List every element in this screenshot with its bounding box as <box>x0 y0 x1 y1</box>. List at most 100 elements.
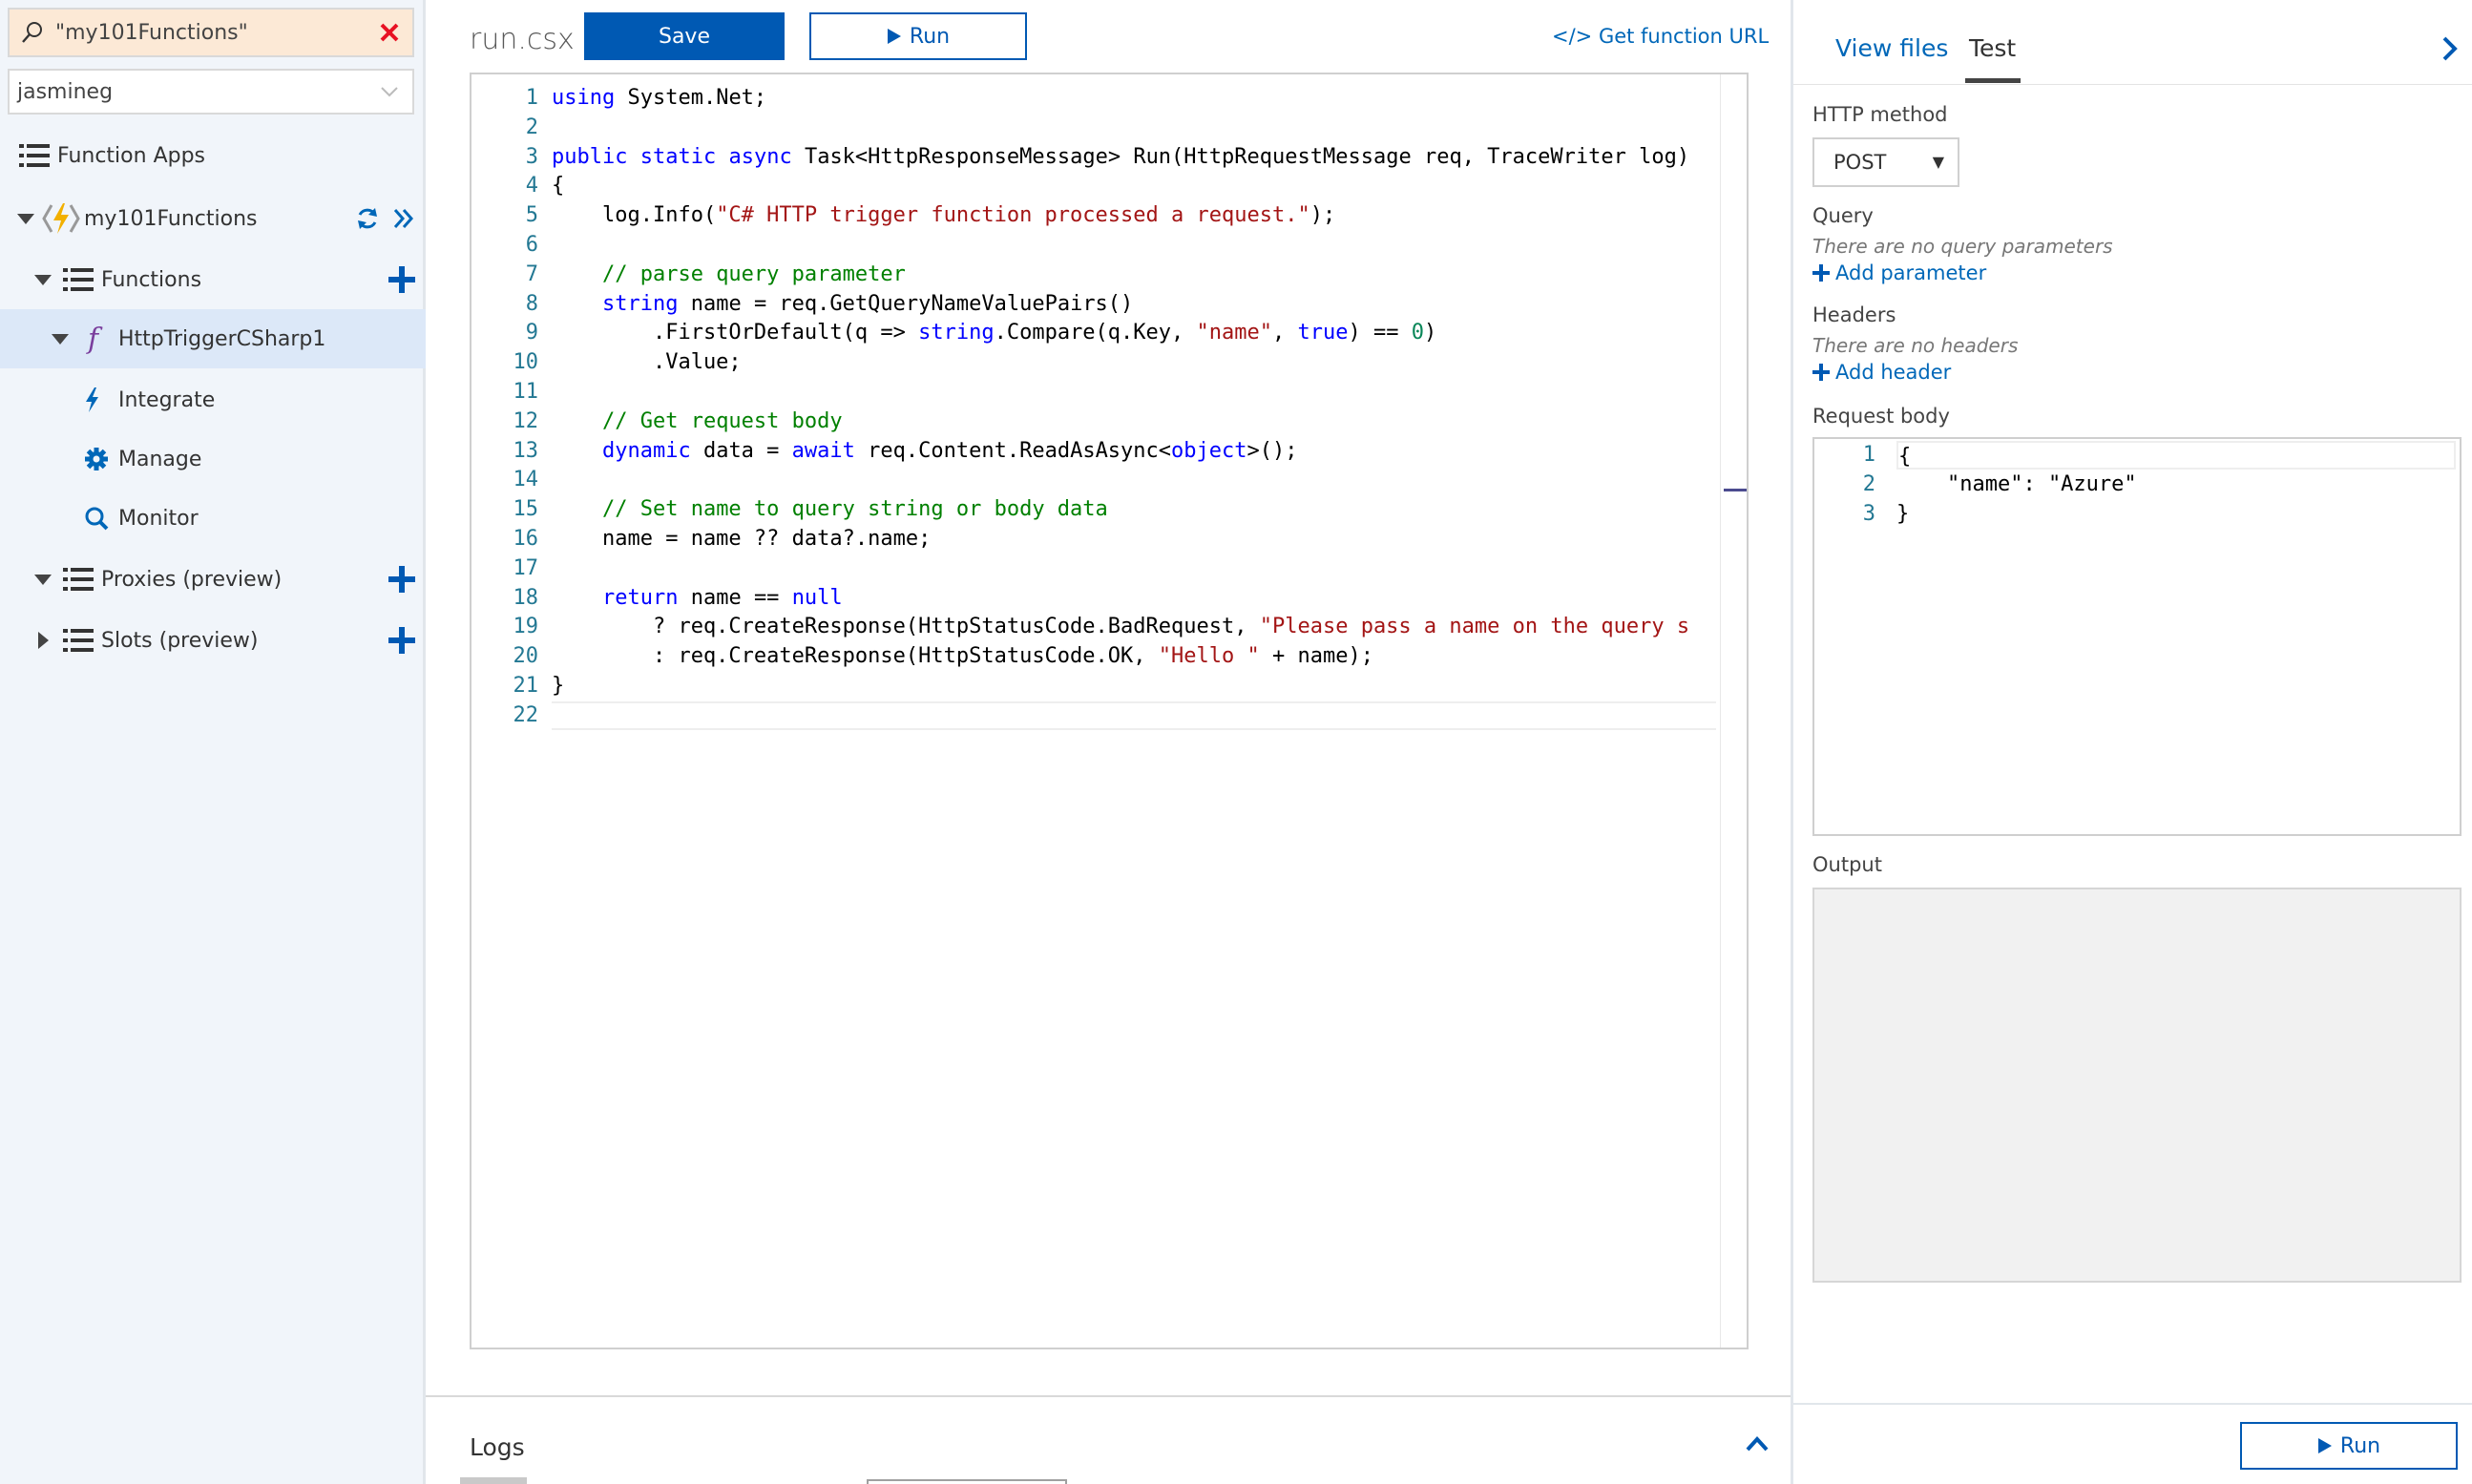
editor-scrollbar[interactable] <box>1720 74 1747 1348</box>
code-text: } <box>552 674 565 698</box>
test-run-button[interactable]: Run <box>2240 1422 2458 1470</box>
sidebar-item-label: Functions <box>101 267 202 292</box>
code-line[interactable]: 9 .FirstOrDefault(q => string.Compare(q.… <box>471 319 1722 347</box>
sidebar-item-slots[interactable]: Slots (preview) <box>0 611 426 670</box>
line-number: 3 <box>1862 502 1875 526</box>
double-chevron-right-icon[interactable] <box>393 206 414 231</box>
code-text: // Set name to query string or body data <box>601 497 1108 522</box>
save-button[interactable]: Save <box>584 12 785 60</box>
chevron-up-icon[interactable] <box>1745 1435 1770 1456</box>
line-number: 2 <box>1862 472 1875 496</box>
code-line[interactable]: 7 // parse query parameter <box>471 261 1722 289</box>
line-number: 3 <box>525 144 538 169</box>
code-line[interactable]: 14 <box>471 466 1722 494</box>
sidebar-item-function-apps[interactable]: Function Apps <box>0 126 426 185</box>
line-number: 11 <box>513 380 539 404</box>
caret-down-icon[interactable] <box>15 210 36 227</box>
code-line[interactable]: 22 <box>471 700 1722 730</box>
refresh-icon[interactable] <box>355 206 380 231</box>
code-line[interactable]: 8 string name = req.GetQueryNameValuePai… <box>471 290 1722 319</box>
code-line[interactable]: 3 public static async Task<HttpResponseMe… <box>471 143 1722 172</box>
subscription-select[interactable]: jasmineg <box>8 69 414 115</box>
add-parameter-label: Add parameter <box>1835 261 1987 284</box>
add-header-label: Add header <box>1835 361 1952 384</box>
close-icon[interactable] <box>367 22 412 43</box>
request-body-editor[interactable]: 1 {2 "name": "Azure" 3} <box>1812 437 2462 836</box>
caret-right-icon[interactable] <box>34 630 52 651</box>
body-text: "name": "Azure" <box>1896 472 2137 496</box>
search-box[interactable]: "my101Functions" <box>8 8 414 57</box>
tab-test[interactable]: Test <box>1969 34 2016 62</box>
http-method-select[interactable]: POST ▼ <box>1812 137 1959 187</box>
code-text: { <box>552 174 565 199</box>
sidebar-item-label: Monitor <box>118 506 199 531</box>
add-icon[interactable] <box>388 565 416 594</box>
line-number: 6 <box>525 233 538 257</box>
code-line[interactable]: 21} <box>471 672 1722 700</box>
play-icon <box>2317 1438 2332 1453</box>
sidebar-item-httptriggercsharp1[interactable]: f HttpTriggerCSharp1 <box>0 309 426 368</box>
headers-empty-text: There are no headers <box>1812 334 2019 357</box>
line-number: 12 <box>513 408 539 433</box>
line-number: 8 <box>525 291 538 316</box>
code-text: // Get request body <box>601 408 843 433</box>
caret-down-icon[interactable] <box>50 330 71 347</box>
tab-divider <box>1793 84 2472 85</box>
sidebar-item-monitor[interactable]: Monitor <box>0 489 426 548</box>
code-line[interactable]: 4{ <box>471 172 1722 200</box>
run-button[interactable]: Run <box>809 12 1027 60</box>
line-number: 15 <box>513 497 539 522</box>
sidebar-item-integrate[interactable]: Integrate <box>0 370 426 429</box>
code-line[interactable]: 16 name = name ?? data?.name; <box>471 525 1722 554</box>
add-icon[interactable] <box>388 265 416 294</box>
lightning-icon <box>84 387 101 413</box>
code-line[interactable]: 10 .Value; <box>471 348 1722 377</box>
sidebar-item-my101functions[interactable]: my101Functions <box>0 189 426 248</box>
tab-view-files[interactable]: View files <box>1835 34 1948 62</box>
line-number: 19 <box>513 615 539 639</box>
request-body-label: Request body <box>1812 405 1950 428</box>
sidebar-item-proxies[interactable]: Proxies (preview) <box>0 550 426 609</box>
sidebar-item-label: HttpTriggerCSharp1 <box>118 326 326 351</box>
code-text <box>552 700 1716 730</box>
code-text: dynamic data = await req.Content.ReadAsA… <box>601 438 1298 463</box>
code-line[interactable]: 6 <box>471 231 1722 260</box>
code-line[interactable]: 12 // Get request body <box>471 408 1722 436</box>
chevron-right-icon[interactable] <box>2440 34 2461 67</box>
code-line[interactable]: 17 <box>471 554 1722 583</box>
caret-down-icon[interactable] <box>32 571 53 588</box>
logs-tab[interactable] <box>460 1477 527 1484</box>
add-parameter-link[interactable]: Add parameter <box>1812 261 1986 284</box>
get-function-url-link[interactable]: </> Get function URL <box>1552 25 1769 48</box>
list-icon <box>63 566 94 593</box>
sidebar-item-functions[interactable]: Functions <box>0 250 426 309</box>
code-line[interactable]: 19 ? req.CreateResponse(HttpStatusCode.B… <box>471 613 1722 641</box>
code-line[interactable]: 5 log.Info("C# HTTP trigger function pro… <box>471 201 1722 230</box>
code-line[interactable]: 15 // Set name to query string or body d… <box>471 495 1722 524</box>
code-editor[interactable]: 1 using System.Net; 2 3 public static async … <box>470 73 1749 1349</box>
editor-pane: run.csx Save Run </> Get function URL 1u… <box>426 0 1791 1484</box>
code-line[interactable]: 13 dynamic data = await req.Content.Read… <box>471 437 1722 466</box>
function-icon: f <box>88 322 99 356</box>
line-number: 10 <box>513 350 539 375</box>
code-line[interactable]: 11 <box>471 378 1722 407</box>
sidebar-item-manage[interactable]: Manage <box>0 429 426 489</box>
output-box <box>1812 888 2462 1283</box>
search-icon <box>84 506 109 531</box>
code-line[interactable]: 2 <box>471 114 1722 142</box>
code-line[interactable]: 1 using System.Net; <box>471 84 1722 113</box>
add-header-link[interactable]: Add header <box>1812 361 1951 384</box>
logs-panel: Logs <box>426 1395 1791 1484</box>
code-text: ? req.CreateResponse(HttpStatusCode.BadR… <box>552 615 1690 639</box>
function-app-icon <box>42 201 80 236</box>
line-number: 1 <box>525 86 538 110</box>
code-text: string name = req.GetQueryNameValuePairs… <box>601 291 1134 316</box>
line-number: 2 <box>525 115 538 139</box>
add-icon[interactable] <box>388 626 416 655</box>
search-input[interactable]: "my101Functions" <box>55 21 367 45</box>
caret-down-icon[interactable] <box>32 271 53 288</box>
run-label: Run <box>909 24 951 49</box>
code-line[interactable]: 18 return name == null <box>471 584 1722 613</box>
code-line[interactable]: 20 : req.CreateResponse(HttpStatusCode.O… <box>471 642 1722 671</box>
logs-toolbar-field[interactable] <box>867 1479 1067 1484</box>
